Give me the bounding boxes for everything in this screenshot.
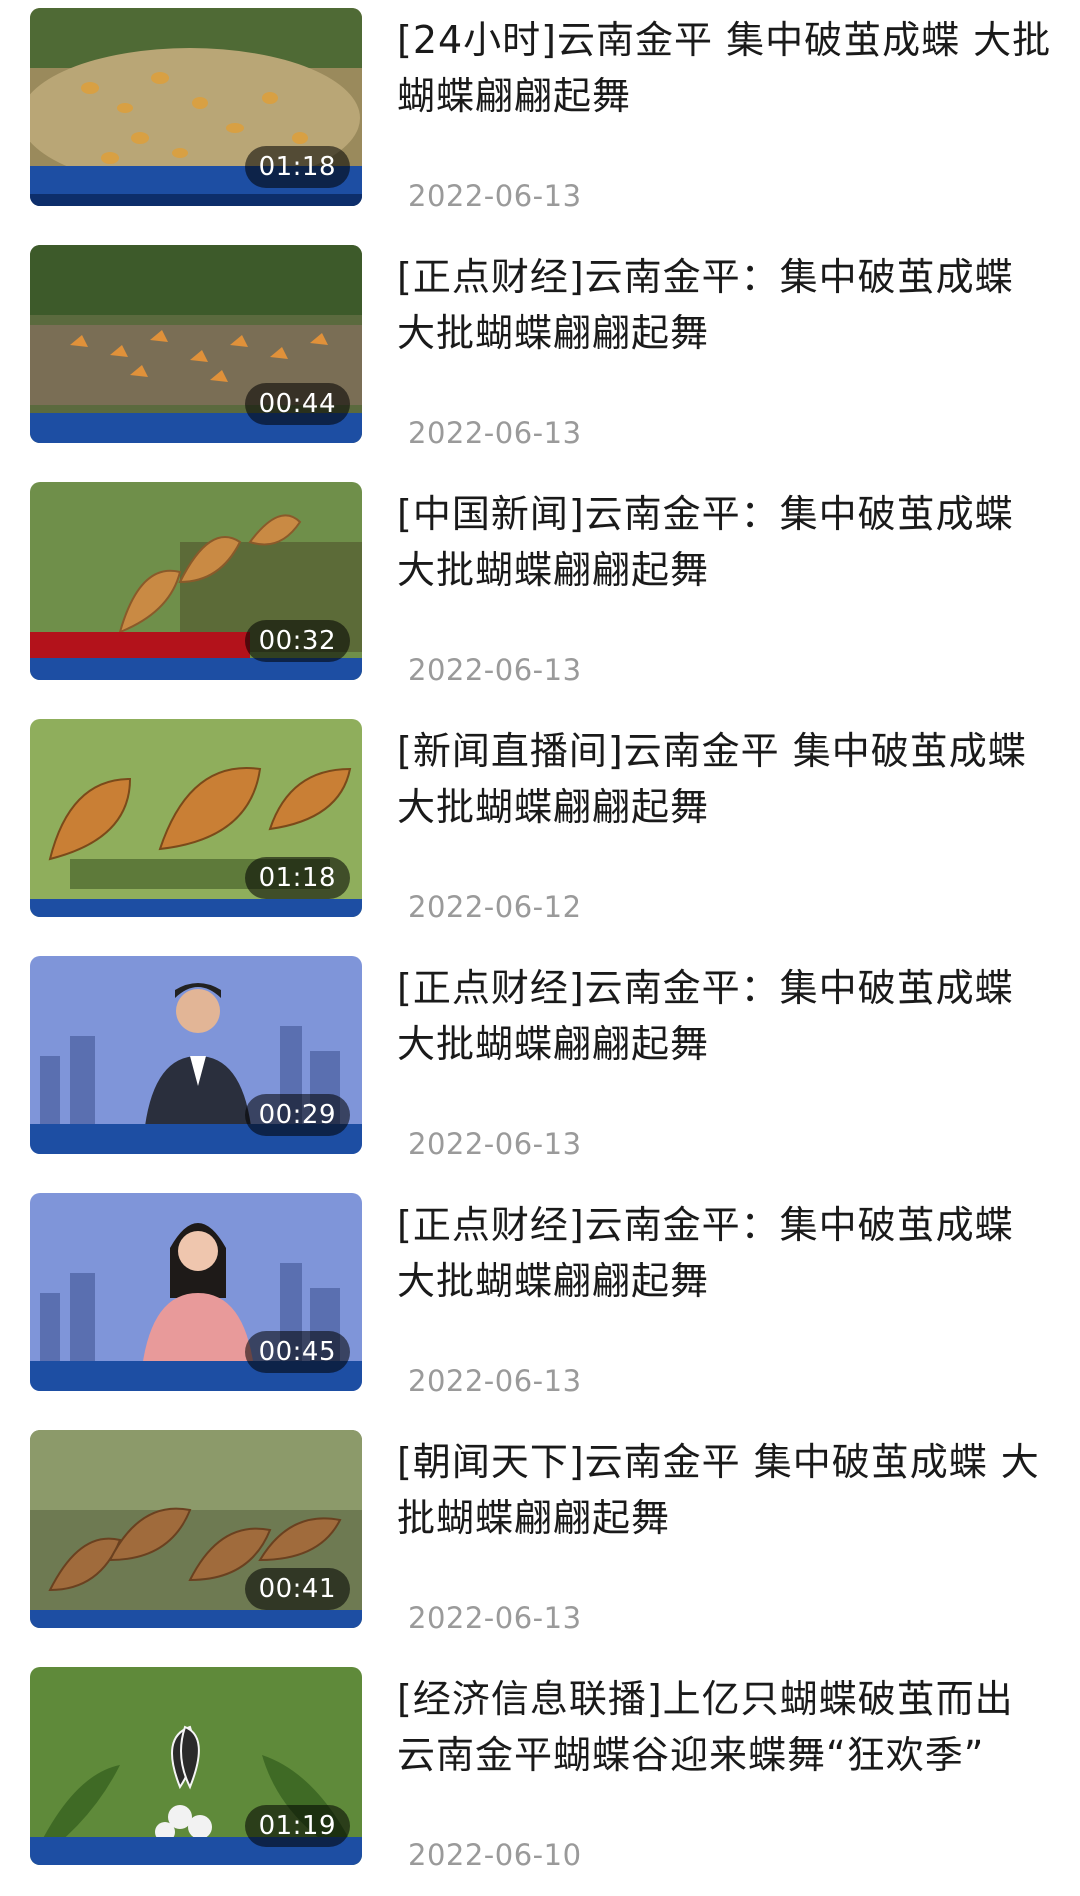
video-thumbnail[interactable]: 01:18 (30, 719, 362, 917)
video-title[interactable]: [24小时]云南金平 集中破茧成蝶 大批蝴蝶翩翩起舞 (397, 12, 1052, 124)
video-duration: 00:29 (244, 1094, 350, 1136)
video-list-item[interactable]: 01:19 [经济信息联播]上亿只蝴蝶破茧而出 云南金平蝴蝶谷迎来蝶舞“狂欢季”… (0, 1659, 1080, 1896)
video-duration: 00:45 (244, 1331, 350, 1373)
video-date: 2022-06-13 (408, 653, 582, 687)
video-title[interactable]: [新闻直播间]云南金平 集中破茧成蝶 大批蝴蝶翩翩起舞 (397, 723, 1052, 835)
video-list-item[interactable]: 00:32 [中国新闻]云南金平：集中破茧成蝶 大批蝴蝶翩翩起舞 2022-06… (0, 474, 1080, 711)
video-thumbnail[interactable]: 00:44 (30, 245, 362, 443)
video-list-item[interactable]: 00:29 [正点财经]云南金平：集中破茧成蝶 大批蝴蝶翩翩起舞 2022-06… (0, 948, 1080, 1185)
video-thumbnail[interactable]: 00:29 (30, 956, 362, 1154)
video-duration: 01:18 (244, 146, 350, 188)
video-date: 2022-06-13 (408, 1601, 582, 1635)
video-thumbnail[interactable]: 01:19 (30, 1667, 362, 1865)
video-title[interactable]: [正点财经]云南金平：集中破茧成蝶 大批蝴蝶翩翩起舞 (397, 249, 1052, 361)
video-date: 2022-06-13 (408, 1127, 582, 1161)
video-list-item[interactable]: 01:18 [新闻直播间]云南金平 集中破茧成蝶 大批蝴蝶翩翩起舞 2022-0… (0, 711, 1080, 948)
video-date: 2022-06-13 (408, 416, 582, 450)
video-thumbnail[interactable]: 00:32 (30, 482, 362, 680)
video-date: 2022-06-12 (408, 890, 582, 924)
video-duration: 01:19 (244, 1805, 350, 1847)
video-list-item[interactable]: 01:18 [24小时]云南金平 集中破茧成蝶 大批蝴蝶翩翩起舞 2022-06… (0, 0, 1080, 237)
video-duration: 00:44 (244, 383, 350, 425)
video-date: 2022-06-13 (408, 179, 582, 213)
video-date: 2022-06-13 (408, 1364, 582, 1398)
video-duration: 00:32 (244, 620, 350, 662)
video-title[interactable]: [正点财经]云南金平：集中破茧成蝶 大批蝴蝶翩翩起舞 (397, 1197, 1052, 1309)
video-thumbnail[interactable]: 00:45 (30, 1193, 362, 1391)
video-list-item[interactable]: 00:45 [正点财经]云南金平：集中破茧成蝶 大批蝴蝶翩翩起舞 2022-06… (0, 1185, 1080, 1422)
video-thumbnail[interactable]: 01:18 (30, 8, 362, 206)
video-duration: 00:41 (244, 1568, 350, 1610)
video-title[interactable]: [中国新闻]云南金平：集中破茧成蝶 大批蝴蝶翩翩起舞 (397, 486, 1052, 598)
video-duration: 01:18 (244, 857, 350, 899)
video-list-item[interactable]: 00:41 [朝闻天下]云南金平 集中破茧成蝶 大批蝴蝶翩翩起舞 2022-06… (0, 1422, 1080, 1659)
video-title[interactable]: [朝闻天下]云南金平 集中破茧成蝶 大批蝴蝶翩翩起舞 (397, 1434, 1052, 1546)
video-list-item[interactable]: 00:44 [正点财经]云南金平：集中破茧成蝶 大批蝴蝶翩翩起舞 2022-06… (0, 237, 1080, 474)
video-date: 2022-06-10 (408, 1838, 582, 1872)
video-title[interactable]: [经济信息联播]上亿只蝴蝶破茧而出 云南金平蝴蝶谷迎来蝶舞“狂欢季” (397, 1671, 1052, 1783)
video-thumbnail[interactable]: 00:41 (30, 1430, 362, 1628)
video-title[interactable]: [正点财经]云南金平：集中破茧成蝶 大批蝴蝶翩翩起舞 (397, 960, 1052, 1072)
